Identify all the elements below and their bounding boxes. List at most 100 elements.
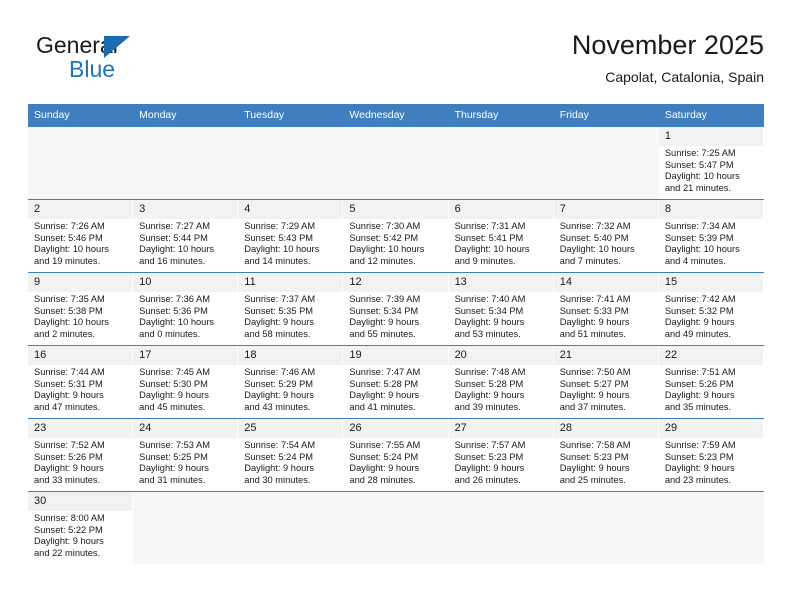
sunrise-time: Sunrise: 7:26 AM: [34, 221, 105, 231]
calendar-day-cell[interactable]: 21 Sunrise: 7:50 AM Sunset: 5:27 PM Dayligh…: [553, 345, 659, 419]
calendar-week-row: 16 Sunrise: 7:44 AM Sunset: 5:31 PM Dayligh…: [28, 345, 764, 419]
daylight-duration-line1: Daylight: 9 hours: [139, 390, 209, 401]
day-number: 18: [238, 346, 344, 365]
calendar-cell-empty: [238, 491, 344, 564]
daylight-duration-line2: and 39 minutes.: [454, 401, 521, 412]
calendar-cell-empty: [553, 126, 659, 200]
calendar-day-cell[interactable]: 14 Sunrise: 7:41 AM Sunset: 5:33 PM Dayligh…: [553, 272, 659, 346]
day-number: 24: [133, 419, 239, 438]
page-title: November 2025: [571, 30, 764, 60]
daylight-duration-line1: Daylight: 10 hours: [454, 244, 530, 255]
calendar-day-cell[interactable]: 10 Sunrise: 7:36 AM Sunset: 5:36 PM Dayligh…: [133, 272, 239, 346]
day-number: 9: [28, 273, 134, 292]
sunrise-time: Sunrise: 7:45 AM: [139, 367, 210, 377]
daylight-duration-line1: Daylight: 10 hours: [664, 244, 740, 255]
sunrise-time: Sunrise: 7:42 AM: [664, 294, 736, 304]
sunrise-time: Sunrise: 7:30 AM: [349, 221, 421, 231]
calendar-day-cell[interactable]: 24 Sunrise: 7:53 AM Sunset: 5:25 PM Dayligh…: [133, 418, 239, 492]
daylight-duration-line1: Daylight: 9 hours: [559, 317, 630, 328]
page-header: General Blue November 2025 Capolat, Cata…: [28, 28, 764, 100]
daylight-duration-line2: and 21 minutes.: [664, 182, 731, 193]
sunrise-time: Sunrise: 7:55 AM: [349, 440, 421, 450]
calendar-day-cell[interactable]: 28 Sunrise: 7:58 AM Sunset: 5:23 PM Dayligh…: [553, 418, 659, 492]
daylight-duration-line1: Daylight: 9 hours: [454, 463, 525, 474]
calendar-day-cell[interactable]: 26 Sunrise: 7:55 AM Sunset: 5:24 PM Dayligh…: [343, 418, 449, 492]
calendar-day-cell[interactable]: 25 Sunrise: 7:54 AM Sunset: 5:24 PM Dayligh…: [238, 418, 344, 492]
calendar-week-row: 30 Sunrise: 8:00 AM Sunset: 5:22 PM Dayligh…: [28, 491, 764, 564]
daylight-duration-line1: Daylight: 10 hours: [664, 171, 740, 182]
sunset-time: Sunset: 5:42 PM: [349, 232, 419, 243]
calendar-day-cell[interactable]: 16 Sunrise: 7:44 AM Sunset: 5:31 PM Dayligh…: [28, 345, 134, 419]
calendar-day-cell[interactable]: 15 Sunrise: 7:42 AM Sunset: 5:32 PM Dayligh…: [658, 272, 764, 346]
daylight-duration-line2: and 22 minutes.: [34, 547, 101, 558]
sunrise-time: Sunrise: 7:27 AM: [139, 221, 210, 231]
day-number: 14: [553, 273, 659, 292]
calendar-day-cell[interactable]: 29 Sunrise: 7:59 AM Sunset: 5:23 PM Dayligh…: [658, 418, 764, 492]
calendar-day-cell[interactable]: 18 Sunrise: 7:46 AM Sunset: 5:29 PM Dayligh…: [238, 345, 344, 419]
calendar-week-row: 9 Sunrise: 7:35 AM Sunset: 5:38 PM Daylight…: [28, 272, 764, 346]
day-details: Sunrise: 7:27 AM Sunset: 5:44 PM Daylight:…: [133, 219, 238, 267]
sunset-time: Sunset: 5:34 PM: [349, 305, 419, 316]
calendar-day-cell[interactable]: 1 Sunrise: 7:25 AM Sunset: 5:47 PM Daylight…: [658, 126, 764, 200]
sunset-time: Sunset: 5:46 PM: [34, 232, 103, 243]
calendar-day-cell[interactable]: 23 Sunrise: 7:52 AM Sunset: 5:26 PM Dayligh…: [28, 418, 134, 492]
daylight-duration-line2: and 7 minutes.: [559, 255, 621, 266]
calendar-body: 1 Sunrise: 7:25 AM Sunset: 5:47 PM Daylight…: [28, 126, 764, 564]
calendar-cell-empty: [133, 126, 239, 200]
calendar-header-row: Sunday Monday Tuesday Wednesday Thursday Frid…: [28, 104, 764, 127]
sunrise-time: Sunrise: 7:35 AM: [34, 294, 105, 304]
day-details: Sunrise: 7:46 AM Sunset: 5:29 PM Daylight:…: [238, 365, 343, 413]
day-number: 29: [658, 419, 764, 438]
daylight-duration-line1: Daylight: 9 hours: [139, 463, 209, 474]
calendar-day-cell[interactable]: 6 Sunrise: 7:31 AM Sunset: 5:41 PM Daylight…: [448, 199, 554, 273]
calendar-day-cell[interactable]: 20 Sunrise: 7:48 AM Sunset: 5:28 PM Dayligh…: [448, 345, 554, 419]
calendar-day-cell[interactable]: 9 Sunrise: 7:35 AM Sunset: 5:38 PM Daylight…: [28, 272, 134, 346]
calendar-day-cell[interactable]: 30 Sunrise: 8:00 AM Sunset: 5:22 PM Dayligh…: [28, 491, 134, 564]
calendar-day-cell[interactable]: 3 Sunrise: 7:27 AM Sunset: 5:44 PM Daylight…: [133, 199, 239, 273]
calendar-day-cell[interactable]: 5 Sunrise: 7:30 AM Sunset: 5:42 PM Daylight…: [343, 199, 449, 273]
calendar-day-cell[interactable]: 8 Sunrise: 7:34 AM Sunset: 5:39 PM Daylight…: [658, 199, 764, 273]
daylight-duration-line1: Daylight: 10 hours: [34, 244, 109, 255]
calendar-day-cell[interactable]: 4 Sunrise: 7:29 AM Sunset: 5:43 PM Daylight…: [238, 199, 344, 273]
sunset-time: Sunset: 5:23 PM: [559, 451, 629, 462]
day-number: 17: [133, 346, 239, 365]
day-number: 22: [658, 346, 764, 365]
calendar-day-cell[interactable]: 27 Sunrise: 7:57 AM Sunset: 5:23 PM Dayligh…: [448, 418, 554, 492]
sunrise-time: Sunrise: 7:34 AM: [664, 221, 736, 231]
sunrise-time: Sunrise: 7:52 AM: [34, 440, 105, 450]
sunrise-time: Sunrise: 7:53 AM: [139, 440, 210, 450]
day-number: 13: [448, 273, 554, 292]
day-details: Sunrise: 7:34 AM Sunset: 5:39 PM Daylight:…: [659, 219, 764, 267]
calendar-day-cell[interactable]: 17 Sunrise: 7:45 AM Sunset: 5:30 PM Dayligh…: [133, 345, 239, 419]
daylight-duration-line1: Daylight: 9 hours: [664, 390, 735, 401]
calendar-day-cell[interactable]: 22 Sunrise: 7:51 AM Sunset: 5:26 PM Dayligh…: [658, 345, 764, 419]
daylight-duration-line1: Daylight: 9 hours: [454, 390, 525, 401]
sunset-time: Sunset: 5:41 PM: [454, 232, 524, 243]
triangle-icon: [104, 36, 130, 58]
sunrise-time: Sunrise: 8:00 AM: [34, 513, 105, 523]
calendar-day-cell[interactable]: 11 Sunrise: 7:37 AM Sunset: 5:35 PM Dayligh…: [238, 272, 344, 346]
sunset-time: Sunset: 5:24 PM: [349, 451, 419, 462]
calendar-day-cell[interactable]: 7 Sunrise: 7:32 AM Sunset: 5:40 PM Daylight…: [553, 199, 659, 273]
calendar-cell-empty: [448, 126, 554, 200]
brand-logo[interactable]: General Blue: [36, 32, 256, 90]
sunset-time: Sunset: 5:43 PM: [244, 232, 314, 243]
day-details: Sunrise: 7:58 AM Sunset: 5:23 PM Daylight:…: [554, 438, 659, 486]
calendar-day-cell[interactable]: 2 Sunrise: 7:26 AM Sunset: 5:46 PM Daylight…: [28, 199, 134, 273]
daylight-duration-line1: Daylight: 10 hours: [244, 244, 320, 255]
day-details: Sunrise: 7:53 AM Sunset: 5:25 PM Daylight:…: [133, 438, 238, 486]
day-number: 21: [553, 346, 659, 365]
daylight-duration-line1: Daylight: 9 hours: [34, 463, 104, 474]
calendar-day-cell[interactable]: 13 Sunrise: 7:40 AM Sunset: 5:34 PM Dayligh…: [448, 272, 554, 346]
sunrise-time: Sunrise: 7:31 AM: [454, 221, 526, 231]
sunset-time: Sunset: 5:23 PM: [664, 451, 734, 462]
calendar-day-cell[interactable]: 12 Sunrise: 7:39 AM Sunset: 5:34 PM Dayligh…: [343, 272, 449, 346]
calendar-day-cell[interactable]: 19 Sunrise: 7:47 AM Sunset: 5:28 PM Dayligh…: [343, 345, 449, 419]
daylight-duration-line2: and 12 minutes.: [349, 255, 416, 266]
day-details: Sunrise: 7:30 AM Sunset: 5:42 PM Daylight:…: [343, 219, 448, 267]
sunrise-time: Sunrise: 7:36 AM: [139, 294, 210, 304]
daylight-duration-line2: and 19 minutes.: [34, 255, 101, 266]
weekday-row: Sunday Monday Tuesday Wednesday Thursday Frid…: [28, 104, 764, 127]
daylight-duration-line2: and 28 minutes.: [349, 474, 416, 485]
daylight-duration-line1: Daylight: 10 hours: [139, 244, 215, 255]
